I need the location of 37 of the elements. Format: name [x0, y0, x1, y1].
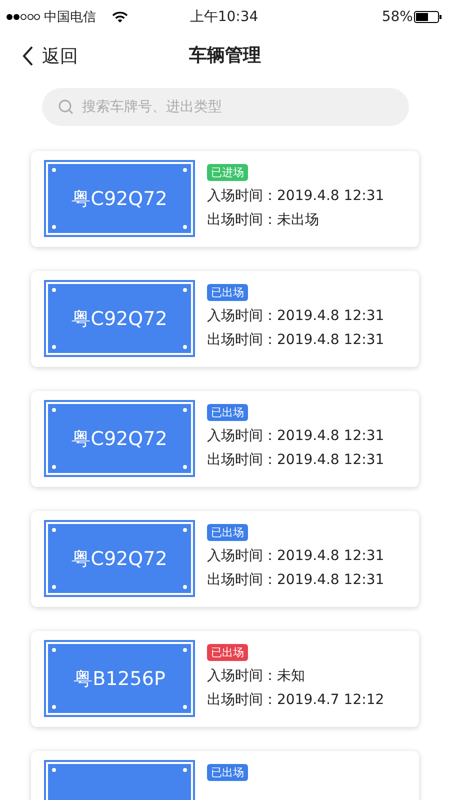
entry-time: 入场时间：2019.4.8 12:31: [207, 307, 384, 325]
exit-time: 出场时间：2019.4.8 12:31: [207, 571, 384, 589]
entry-time: 入场时间：2019.4.8 12:31: [207, 427, 384, 445]
status-badge: 已出场: [207, 764, 248, 781]
exit-time: 出场时间：2019.4.8 12:31: [207, 451, 384, 469]
license-plate: 粤C92Q72: [46, 162, 193, 235]
exit-time: 出场时间：2019.4.8 12:31: [207, 331, 384, 349]
page-title: 车辆管理: [189, 44, 261, 67]
status-badge: 已出场: [207, 524, 248, 541]
entry-time: 入场时间：未知: [207, 667, 305, 685]
vehicle-card[interactable]: 已出场: [31, 751, 419, 800]
license-plate: 粤C92Q72: [46, 282, 193, 355]
entry-time: 入场时间：2019.4.8 12:31: [207, 547, 384, 565]
entry-time: 入场时间：2019.4.8 12:31: [207, 187, 384, 205]
carrier-name: 中国电信: [44, 9, 96, 26]
signal-icon: [6, 13, 40, 21]
exit-time: 出场时间：2019.4.7 12:12: [207, 691, 384, 709]
wifi-icon: [112, 11, 128, 23]
vehicle-card[interactable]: 粤C92Q72 已进场 入场时间：2019.4.8 12:31 出场时间：未出场: [31, 151, 419, 247]
status-badge: 已出场: [207, 404, 248, 421]
license-plate: 粤B1256P: [46, 642, 193, 715]
exit-time: 出场时间：未出场: [207, 211, 319, 229]
vehicle-card[interactable]: 粤C92Q72 已出场 入场时间：2019.4.8 12:31 出场时间：2019.4.8 12:31: [31, 271, 419, 367]
vehicle-card[interactable]: 粤B1256P 已出场 入场时间：未知 出场时间：2019.4.7 12:12: [31, 631, 419, 727]
back-button[interactable]: 返回: [22, 44, 78, 68]
vehicle-card[interactable]: 粤C92Q72 已出场 入场时间：2019.4.8 12:31 出场时间：2019.4.8 12:31: [31, 511, 419, 607]
battery-icon: [414, 11, 442, 23]
search-field[interactable]: 搜索车牌号、进出类型: [42, 88, 409, 126]
status-badge: 已出场: [207, 644, 248, 661]
license-plate: 粤C92Q72: [46, 522, 193, 595]
battery-percent: 58%: [382, 9, 413, 25]
status-time: 上午10:34: [190, 8, 258, 26]
status-badge: 已出场: [207, 284, 248, 301]
license-plate: 粤C92Q72: [46, 402, 193, 475]
vehicle-card[interactable]: 粤C92Q72 已出场 入场时间：2019.4.8 12:31 出场时间：2019.4.8 12:31: [31, 391, 419, 487]
back-chevron-icon: [22, 46, 34, 66]
status-badge: 已进场: [207, 164, 248, 181]
